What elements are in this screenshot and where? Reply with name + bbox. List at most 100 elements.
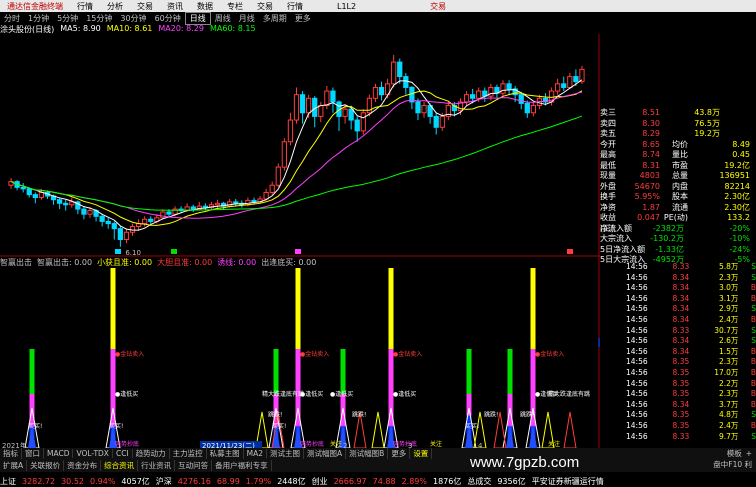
bottom-tab-1-11[interactable]: 测试幅图B	[346, 448, 389, 459]
signal-label-buy-small: 买买!	[28, 422, 42, 430]
quote-cell: PE(动)	[663, 213, 688, 222]
period-tab-5[interactable]: 60分钟	[151, 13, 185, 24]
menu-item-column[interactable]: 专栏	[220, 1, 250, 12]
bottom-tab-2-0[interactable]: 扩展A	[0, 460, 28, 471]
period-tab-10[interactable]: 更多	[291, 13, 315, 24]
bottom-tab-2-1[interactable]: 关联报价	[27, 460, 65, 471]
bottom-tab-1-6[interactable]: 主力监控	[170, 448, 207, 459]
bottom-tab-1-8[interactable]: MA2	[244, 449, 268, 458]
bottom-tab-1-2[interactable]: MACD	[44, 449, 74, 458]
bottom-tab-1-12[interactable]: 更多	[388, 448, 411, 459]
bottom-tab-1-10[interactable]: 测试幅图A	[304, 448, 347, 459]
bottom-tab-1-9[interactable]: 测试主图	[267, 448, 305, 459]
quote-row: 卖四 8.30 76.5万	[600, 119, 756, 130]
tick-cell: 14:56	[626, 283, 648, 293]
menu-item-trade2[interactable]: 交易	[250, 1, 280, 12]
menu-trade-red[interactable]: 交易	[423, 1, 453, 12]
candle-body	[166, 211, 172, 215]
quote-cell: 卖三	[600, 108, 616, 117]
quote-row: 净资 1.87 流通 2.30亿	[600, 203, 756, 214]
period-tab-3[interactable]: 15分钟	[82, 13, 116, 24]
period-tab-7[interactable]: 周线	[211, 13, 235, 24]
tick-cell: B	[750, 367, 756, 377]
quote-row: 卖五 8.29 19.2万	[600, 129, 756, 140]
period-tab-4[interactable]: 30分钟	[116, 13, 150, 24]
quote-cell: 总量	[672, 171, 688, 180]
period-tab-0[interactable]: 分时	[0, 13, 24, 24]
candle-body	[524, 102, 530, 114]
tick-row: 14:56 8.34 2.3万 S	[600, 273, 756, 284]
menu-item-market2[interactable]: 行情	[280, 1, 310, 12]
bottom-tab-1-7[interactable]: 私募主图	[207, 448, 244, 459]
candle-body	[506, 83, 512, 90]
tick-row: 14:56 8.34 1.5万 B	[600, 347, 756, 358]
candle-body	[38, 191, 45, 199]
tick-cell: B	[750, 293, 756, 303]
bottom-tab-2-4[interactable]: 行业资讯	[138, 460, 176, 471]
ma-legend: 涂头股份(日线) MA5: 8.90 MA10: 8.61 MA20: 8.29 MA…	[0, 24, 256, 34]
bottom-tab-2-5[interactable]: 互动问答	[175, 460, 213, 471]
candle-body	[360, 112, 366, 132]
menu-item-trade[interactable]: 交易	[130, 1, 160, 12]
tick-cell: S	[751, 431, 756, 441]
signal-bar-green	[507, 349, 513, 394]
kline-chart[interactable]: 6.108.508.258.007.757.507.257.006.756.50…	[0, 34, 600, 448]
tick-cell: 14:56	[626, 346, 648, 356]
bottom-tab-1-1[interactable]: 窗口	[22, 448, 44, 459]
quote-cell: -10%	[729, 234, 750, 243]
candle-body	[306, 97, 312, 114]
candle-body	[99, 215, 105, 222]
bottom-tab-1-4[interactable]: CCI	[113, 449, 133, 458]
signal-bar-green	[29, 349, 35, 394]
status-name: 总成交	[467, 476, 492, 486]
period-tab-6[interactable]: 日线	[184, 11, 211, 25]
add-button[interactable]: +	[746, 449, 752, 458]
status-val: 4276.16	[177, 476, 211, 486]
signal-label-jump: 跳跌!	[268, 410, 282, 418]
menu-item-market[interactable]: 行情	[70, 1, 100, 12]
date-bar-left: 2021年	[2, 441, 27, 448]
bottom-tab-1-13[interactable]: 设置	[410, 448, 433, 459]
period-tab-8[interactable]: 月线	[235, 13, 259, 24]
tick-row: 14:56 8.33 5.8万 S	[600, 262, 756, 273]
period-tabs: 分时 1分钟 5分钟 15分钟 30分钟 60分钟 日线 周线 月线 多周期 更多	[0, 11, 600, 25]
candle-body	[111, 223, 117, 230]
quote-cell: 19.2万	[694, 129, 720, 138]
indicator-legend-item-3: 大胆且准: 0.00	[157, 258, 213, 267]
tick-row: 14:56 8.35 4.8万 S	[600, 410, 756, 421]
tick-cell: 2.4万	[719, 420, 739, 430]
bottom-tab-1-3[interactable]: VOL-TDX	[73, 449, 113, 458]
candle-body	[190, 206, 196, 210]
quote-row: 现量 4803 总量 136951	[600, 171, 756, 182]
bottom-tab-2-6[interactable]: 备用户福利专享	[212, 460, 272, 471]
bottom-tab-1-5[interactable]: 趋势动力	[133, 448, 170, 459]
f10-link[interactable]: 盘中F10 利	[600, 459, 756, 470]
signal-label-sell: ●金钻卖入	[535, 350, 564, 358]
quote-cell: 5.95%	[634, 192, 660, 201]
period-tab-2[interactable]: 5分钟	[53, 13, 82, 24]
quote-cell: 最低	[600, 160, 616, 170]
tick-cell: 2.4万	[719, 314, 739, 324]
tick-row: 14:56 8.33 30.7万 S	[600, 326, 756, 337]
spike-blue	[506, 424, 514, 448]
bottom-tab-1-0[interactable]: 指标	[0, 448, 22, 459]
bottom-tab-2-3[interactable]: 综合资讯	[101, 460, 139, 471]
tick-row: 14:56 8.34 2.6万 S	[600, 336, 756, 347]
signal-label-sell: ●金钻卖入	[300, 350, 329, 358]
tick-cell: 14:56	[626, 367, 648, 377]
period-tab-9[interactable]: 多周期	[259, 13, 291, 24]
menu-l1l2[interactable]: L1L2	[330, 2, 363, 11]
bottom-tab-2-2[interactable]: 资金分布	[64, 460, 102, 471]
menu-item-news[interactable]: 资讯	[160, 1, 190, 12]
quote-cell: 净资	[600, 202, 616, 212]
template-button[interactable]: 模板	[727, 448, 742, 459]
menu-item-data[interactable]: 数据	[190, 1, 220, 12]
menu-item-analysis[interactable]: 分析	[100, 1, 130, 12]
tick-cell: 17.0万	[714, 367, 739, 377]
tick-cell: 2.3万	[719, 389, 739, 399]
status-name: 上证	[0, 476, 16, 486]
candle-body	[227, 201, 233, 207]
candle-body	[397, 61, 403, 78]
quote-cell: 外盘	[600, 181, 616, 191]
period-tab-1[interactable]: 1分钟	[24, 13, 53, 24]
